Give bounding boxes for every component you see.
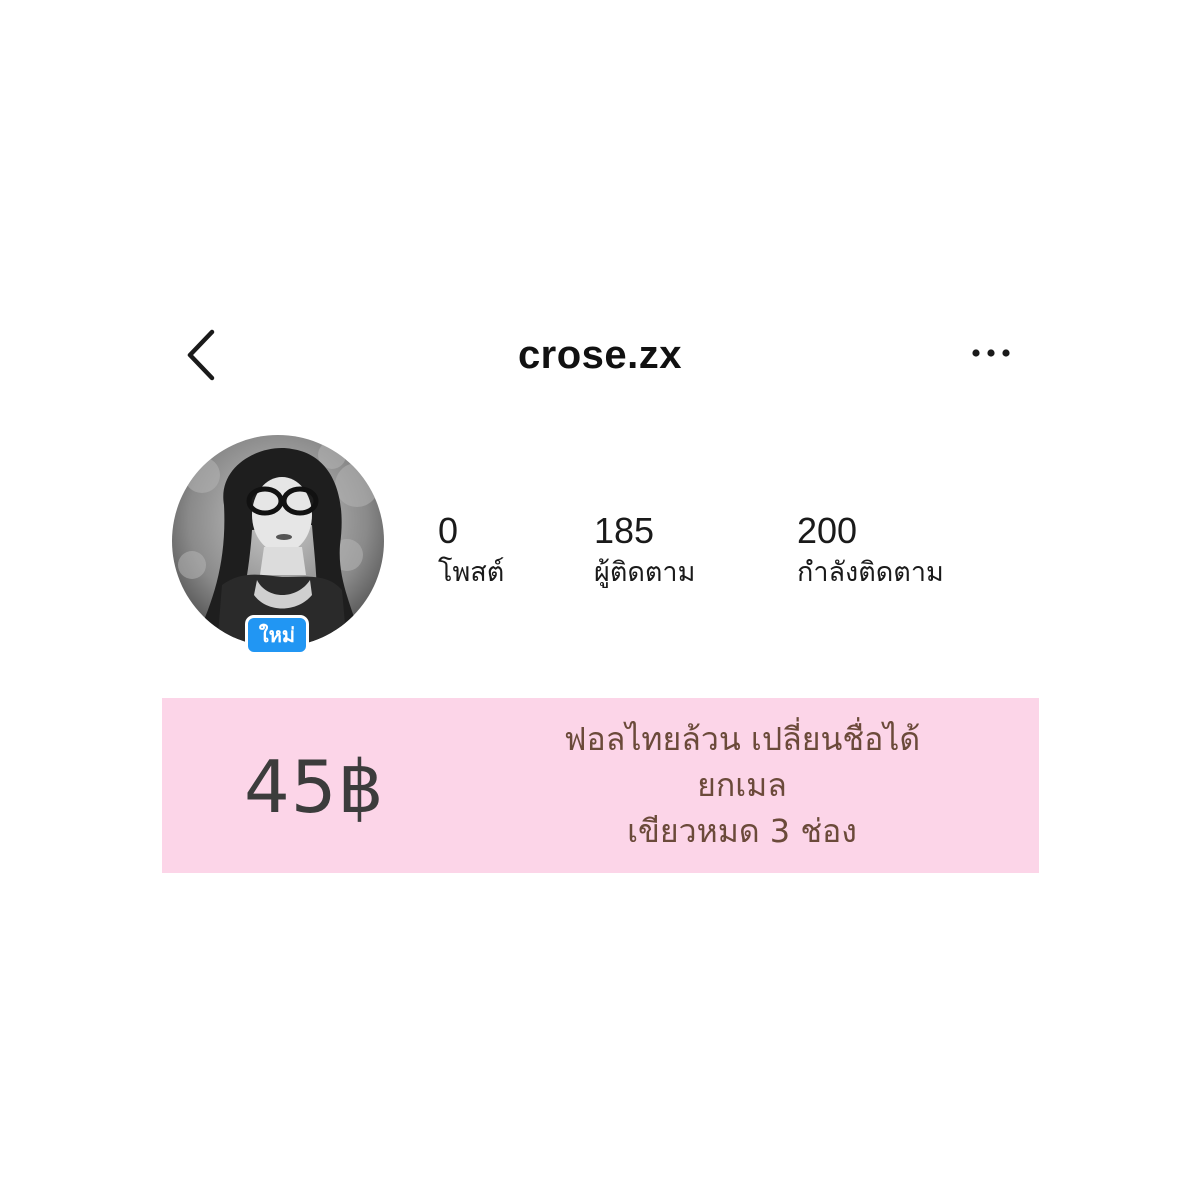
stat-following[interactable]: 200 กำลังติดตาม [797, 510, 944, 594]
promo-description: ฟอลไทยล้วน เปลี่ยนชื่อได้ ยกเมล เขียวหมด… [482, 716, 1002, 854]
stat-posts-count: 0 [438, 510, 459, 551]
stat-followers-label: ผู้ติดตาม [594, 557, 696, 588]
promo-line: ฟอลไทยล้วน เปลี่ยนชื่อได้ [563, 720, 921, 758]
stat-following-label: กำลังติดตาม [797, 557, 944, 588]
stat-followers-count: 185 [594, 510, 655, 551]
stat-following-count: 200 [797, 510, 858, 551]
chevron-left-icon [187, 329, 215, 381]
back-button[interactable] [178, 326, 228, 384]
profile-username: crose.zx [517, 333, 683, 377]
more-horizontal-icon [972, 349, 1010, 357]
promo-banner: 45฿ ฟอลไทยล้วน เปลี่ยนชื่อได้ ยกเมล เขีย… [162, 698, 1039, 873]
more-options-button[interactable] [966, 338, 1016, 368]
stat-posts-label: โพสต์ [438, 557, 505, 588]
promo-line: ยกเมล [697, 766, 787, 804]
promo-line: เขียวหมด 3 ช่อง [627, 812, 857, 850]
stat-posts[interactable]: 0 โพสต์ [438, 510, 504, 594]
new-badge: ใหม่ [245, 615, 309, 655]
price-label: 45฿ [244, 745, 385, 829]
profile-avatar-container[interactable]: ใหม่ [172, 435, 384, 655]
stat-followers[interactable]: 185 ผู้ติดตาม [594, 510, 695, 594]
